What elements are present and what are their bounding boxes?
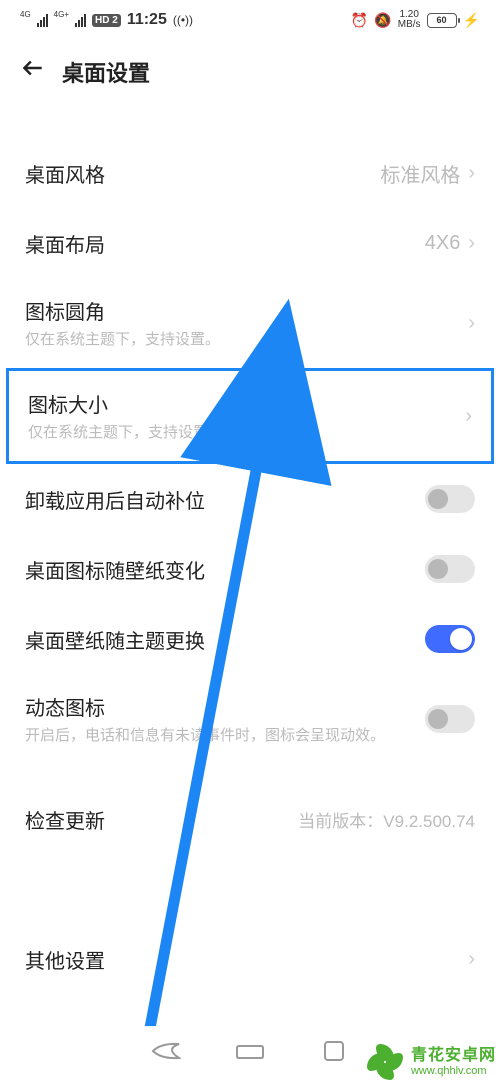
charging-icon: ⚡ [463,12,480,29]
row-value: 4X6 [425,232,461,255]
chevron-right-icon: › [465,405,472,428]
toggle-wallpaper-theme[interactable] [425,625,475,653]
signal-2-icon [75,13,86,27]
network-speed: 1.20 MB/s [398,10,421,30]
status-right: ⏰ 🔕 1.20 MB/s 60 ⚡ [351,10,480,30]
row-title: 桌面壁纸随主题更换 [25,625,425,654]
row-title: 其他设置 [25,945,468,974]
row-value: 当前版本：V9.2.500.74 [298,807,475,832]
chevron-right-icon: › [468,312,475,335]
back-icon[interactable] [20,55,46,88]
status-bar: 4G 4G+ HD 2 11:25 ((•)) ⏰ 🔕 1.20 MB/s 60… [0,0,500,40]
row-subtitle: 仅在系统主题下，支持设置。 [25,329,468,350]
sig2-label: 4G+ [54,10,69,19]
watermark-logo-icon [365,1042,405,1082]
row-title: 桌面布局 [25,229,425,258]
battery-icon: 60 [427,13,457,28]
row-icon-size[interactable]: 图标大小 仅在系统主题下，支持设置。 › [6,368,494,464]
row-icon-wallpaper[interactable]: 桌面图标随壁纸变化 [0,534,500,604]
hotspot-icon: ((•)) [173,13,193,27]
watermark-name: 青花安卓网 [411,1047,496,1065]
mute-icon: 🔕 [374,12,391,29]
row-subtitle: 仅在系统主题下，支持设置。 [28,422,465,443]
row-dynamic-icon[interactable]: 动态图标 开启后，电话和信息有未读事件时，图标会呈现动效。 [0,674,500,764]
page-header: 桌面设置 [0,40,500,98]
row-desktop-layout[interactable]: 桌面布局 4X6 › [0,208,500,278]
watermark: 青花安卓网 www.qhhlv.com [365,1042,496,1082]
row-desktop-style[interactable]: 桌面风格 标准风格 › [0,138,500,208]
sig1-label: 4G [20,10,31,19]
chevron-right-icon: › [468,948,475,971]
hd-icon: HD 2 [92,14,121,27]
row-title: 动态图标 [25,692,425,721]
row-subtitle: 开启后，电话和信息有未读事件时，图标会呈现动效。 [25,725,425,746]
page-title: 桌面设置 [62,56,150,88]
row-value: 标准风格 [380,159,460,188]
row-title: 桌面图标随壁纸变化 [25,555,425,584]
row-auto-fill[interactable]: 卸载应用后自动补位 [0,464,500,534]
watermark-url: www.qhhlv.com [411,1065,496,1077]
row-other-settings[interactable]: 其他设置 › [0,924,500,994]
nav-recent-icon[interactable] [317,1034,351,1068]
toggle-auto-fill[interactable] [425,485,475,513]
alarm-icon: ⏰ [351,12,368,29]
status-time: 11:25 [127,11,167,29]
row-title: 卸载应用后自动补位 [25,485,425,514]
status-left: 4G 4G+ HD 2 11:25 ((•)) [20,11,193,29]
chevron-right-icon: › [468,232,475,255]
row-title: 检查更新 [25,805,298,834]
row-wallpaper-theme[interactable]: 桌面壁纸随主题更换 [0,604,500,674]
settings-list: 桌面风格 标准风格 › 桌面布局 4X6 › 图标圆角 仅在系统主题下，支持设置… [0,98,500,994]
row-title: 桌面风格 [25,159,380,188]
nav-back-icon[interactable] [149,1034,183,1068]
chevron-right-icon: › [468,162,475,185]
row-title: 图标大小 [28,389,465,418]
row-title: 图标圆角 [25,296,468,325]
nav-home-icon[interactable] [233,1034,267,1068]
toggle-dynamic-icon[interactable] [425,705,475,733]
row-icon-corner[interactable]: 图标圆角 仅在系统主题下，支持设置。 › [0,278,500,368]
signal-1-icon [37,13,48,27]
row-check-update[interactable]: 检查更新 当前版本：V9.2.500.74 [0,784,500,854]
toggle-icon-wallpaper[interactable] [425,555,475,583]
